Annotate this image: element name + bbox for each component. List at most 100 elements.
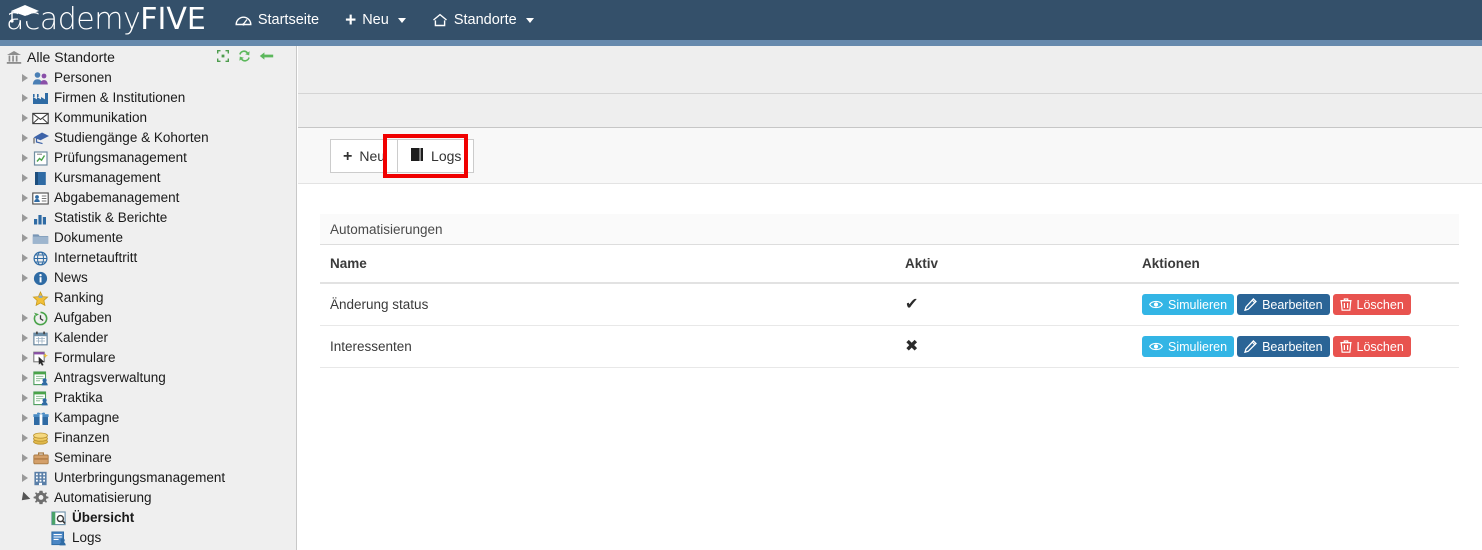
pencil-icon bbox=[1244, 298, 1257, 311]
sidebar-item-personen[interactable]: Personen bbox=[0, 68, 296, 88]
bearbeiten-button[interactable]: Bearbeiten bbox=[1237, 294, 1330, 315]
new-button[interactable]: + Neu bbox=[330, 138, 399, 173]
back-arrow-icon[interactable] bbox=[259, 50, 274, 62]
sidebar-item-alle-standorte[interactable]: Alle Standorte bbox=[0, 46, 296, 68]
collapse-all-icon[interactable] bbox=[216, 49, 230, 63]
sidebar-item-abgabemanagement[interactable]: Abgabemanagement bbox=[0, 188, 296, 208]
expand-arrow-right-icon[interactable] bbox=[18, 334, 31, 342]
sidebar-item-unterbringungsmanagement[interactable]: Unterbringungsmanagement bbox=[0, 468, 296, 488]
expand-arrow-right-icon[interactable] bbox=[18, 154, 31, 162]
expand-arrow-right-icon[interactable] bbox=[18, 414, 31, 422]
expand-arrow-right-icon[interactable] bbox=[18, 174, 31, 182]
sidebar-item-label: Seminare bbox=[54, 450, 112, 465]
table-row: Änderung status ✔ Simulieren Bearbeiten Lösc… bbox=[320, 283, 1459, 326]
column-header-aktiv: Aktiv bbox=[895, 245, 1132, 284]
trash-icon bbox=[1339, 298, 1352, 311]
sidebar-item-kalender[interactable]: Kalender bbox=[0, 328, 296, 348]
panel-title: Automatisierungen bbox=[320, 214, 1459, 245]
expand-arrow-right-icon[interactable] bbox=[18, 74, 31, 82]
sidebar-item-aufgaben[interactable]: Aufgaben bbox=[0, 308, 296, 328]
sidebar-item-news[interactable]: News bbox=[0, 268, 296, 288]
nav-label-neu: Neu bbox=[362, 12, 389, 28]
sidebar-item-label: Studiengänge & Kohorten bbox=[54, 130, 209, 145]
main-content: + Neu Logs Automatisierungen Name Aktiv … bbox=[298, 46, 1482, 550]
expand-arrow-right-icon[interactable] bbox=[18, 454, 31, 462]
sidebar-item-label: Formulare bbox=[54, 350, 116, 365]
sidebar-item-antragsverwaltung[interactable]: Antragsverwaltung bbox=[0, 368, 296, 388]
application-user-icon bbox=[31, 370, 50, 386]
sidebar-item-dokumente[interactable]: Dokumente bbox=[0, 228, 296, 248]
overview-search-icon bbox=[49, 510, 68, 526]
refresh-icon[interactable] bbox=[237, 49, 252, 63]
automations-table: Name Aktiv Aktionen Änderung status ✔ Simu… bbox=[320, 245, 1459, 368]
expand-arrow-right-icon[interactable] bbox=[18, 254, 31, 262]
nav-item-startseite[interactable]: Startseite bbox=[222, 0, 332, 40]
expand-arrow-right-icon[interactable] bbox=[18, 114, 31, 122]
loeschen-button[interactable]: Löschen bbox=[1332, 336, 1411, 357]
expand-arrow-right-icon[interactable] bbox=[18, 434, 31, 442]
bank-icon bbox=[4, 49, 23, 65]
eye-icon bbox=[1149, 299, 1163, 310]
expand-arrow-right-icon[interactable] bbox=[18, 394, 31, 402]
expand-arrow-right-icon[interactable] bbox=[18, 134, 31, 142]
factory-icon bbox=[31, 90, 50, 106]
sidebar-item-label: Übersicht bbox=[72, 510, 135, 525]
sidebar-item-label: Kampagne bbox=[54, 410, 120, 425]
loeschen-button[interactable]: Löschen bbox=[1332, 294, 1411, 315]
sidebar-item-label: Statistik & Berichte bbox=[54, 210, 168, 225]
sidebar-item-formulare[interactable]: Formulare bbox=[0, 348, 296, 368]
sidebar-item-label: Internetauftritt bbox=[54, 250, 138, 265]
app-logo[interactable]: academyFIVE bbox=[0, 0, 222, 40]
logs-button[interactable]: Logs bbox=[397, 138, 475, 173]
sidebar-item-label: Praktika bbox=[54, 390, 103, 405]
sidebar-item-kommunikation[interactable]: Kommunikation bbox=[0, 108, 296, 128]
gear-icon bbox=[31, 490, 50, 506]
people-icon bbox=[31, 70, 50, 86]
briefcase-icon bbox=[31, 450, 50, 466]
sidebar-tree[interactable]: Alle Standorte Personen Firmen & Institu… bbox=[0, 46, 297, 550]
action-button-label: Simulieren bbox=[1168, 339, 1228, 354]
table-row: Interessenten ✖ Simulieren Bearbeiten Lösche… bbox=[320, 325, 1459, 368]
sidebar-item-label: Dokumente bbox=[54, 230, 124, 245]
id-card-icon bbox=[31, 190, 50, 206]
sidebar-item-kursmanagement[interactable]: Kursmanagement bbox=[0, 168, 296, 188]
expand-arrow-down-icon[interactable] bbox=[17, 491, 31, 504]
expand-arrow-right-icon[interactable] bbox=[18, 214, 31, 222]
brand-suffix: FIVE bbox=[140, 2, 206, 37]
sidebar-item-firmen-institutionen[interactable]: Firmen & Institutionen bbox=[0, 88, 296, 108]
simulieren-button[interactable]: Simulieren bbox=[1142, 336, 1235, 357]
table-body: Änderung status ✔ Simulieren Bearbeiten Lösc… bbox=[320, 283, 1459, 368]
sidebar-item-label: Personen bbox=[54, 70, 112, 85]
sidebar-item-ranking[interactable]: Ranking bbox=[0, 288, 296, 308]
nav-item-standorte[interactable]: Standorte bbox=[419, 0, 547, 40]
cell-aktionen: Simulieren Bearbeiten Löschen bbox=[1132, 283, 1459, 326]
expand-arrow-right-icon[interactable] bbox=[18, 94, 31, 102]
sidebar-item-logs[interactable]: Logs bbox=[0, 528, 296, 548]
sidebar-item-praktika[interactable]: Praktika bbox=[0, 388, 296, 408]
sidebar-item-seminare[interactable]: Seminare bbox=[0, 448, 296, 468]
sidebar-item-studiengaenge-kohorten[interactable]: Studiengänge & Kohorten bbox=[0, 128, 296, 148]
sidebar-item-internetauftritt[interactable]: Internetauftritt bbox=[0, 248, 296, 268]
sidebar-item-statistik-berichte[interactable]: Statistik & Berichte bbox=[0, 208, 296, 228]
simulieren-button[interactable]: Simulieren bbox=[1142, 294, 1235, 315]
expand-arrow-right-icon[interactable] bbox=[18, 374, 31, 382]
expand-arrow-right-icon[interactable] bbox=[18, 274, 31, 282]
expand-arrow-right-icon[interactable] bbox=[18, 314, 31, 322]
sidebar-item-uebersicht[interactable]: Übersicht bbox=[0, 508, 296, 528]
expand-arrow-right-icon[interactable] bbox=[18, 354, 31, 362]
cell-aktiv: ✔ bbox=[895, 283, 1132, 326]
expand-arrow-right-icon[interactable] bbox=[18, 234, 31, 242]
sidebar-item-pruefungsmanagement[interactable]: Prüfungsmanagement bbox=[0, 148, 296, 168]
sidebar-item-label: Finanzen bbox=[54, 430, 110, 445]
nav-item-neu[interactable]: + Neu bbox=[332, 0, 419, 40]
bearbeiten-button[interactable]: Bearbeiten bbox=[1237, 336, 1330, 357]
expand-arrow-right-icon[interactable] bbox=[18, 194, 31, 202]
sidebar-item-automatisierung[interactable]: Automatisierung bbox=[0, 488, 296, 508]
expand-arrow-right-icon[interactable] bbox=[18, 474, 31, 482]
logs-button-label: Logs bbox=[431, 147, 462, 164]
sidebar-item-kampagne[interactable]: Kampagne bbox=[0, 408, 296, 428]
sidebar-item-label: News bbox=[54, 270, 88, 285]
sidebar-item-finanzen[interactable]: Finanzen bbox=[0, 428, 296, 448]
table-header: Name Aktiv Aktionen bbox=[320, 245, 1459, 284]
home-icon bbox=[432, 13, 448, 27]
